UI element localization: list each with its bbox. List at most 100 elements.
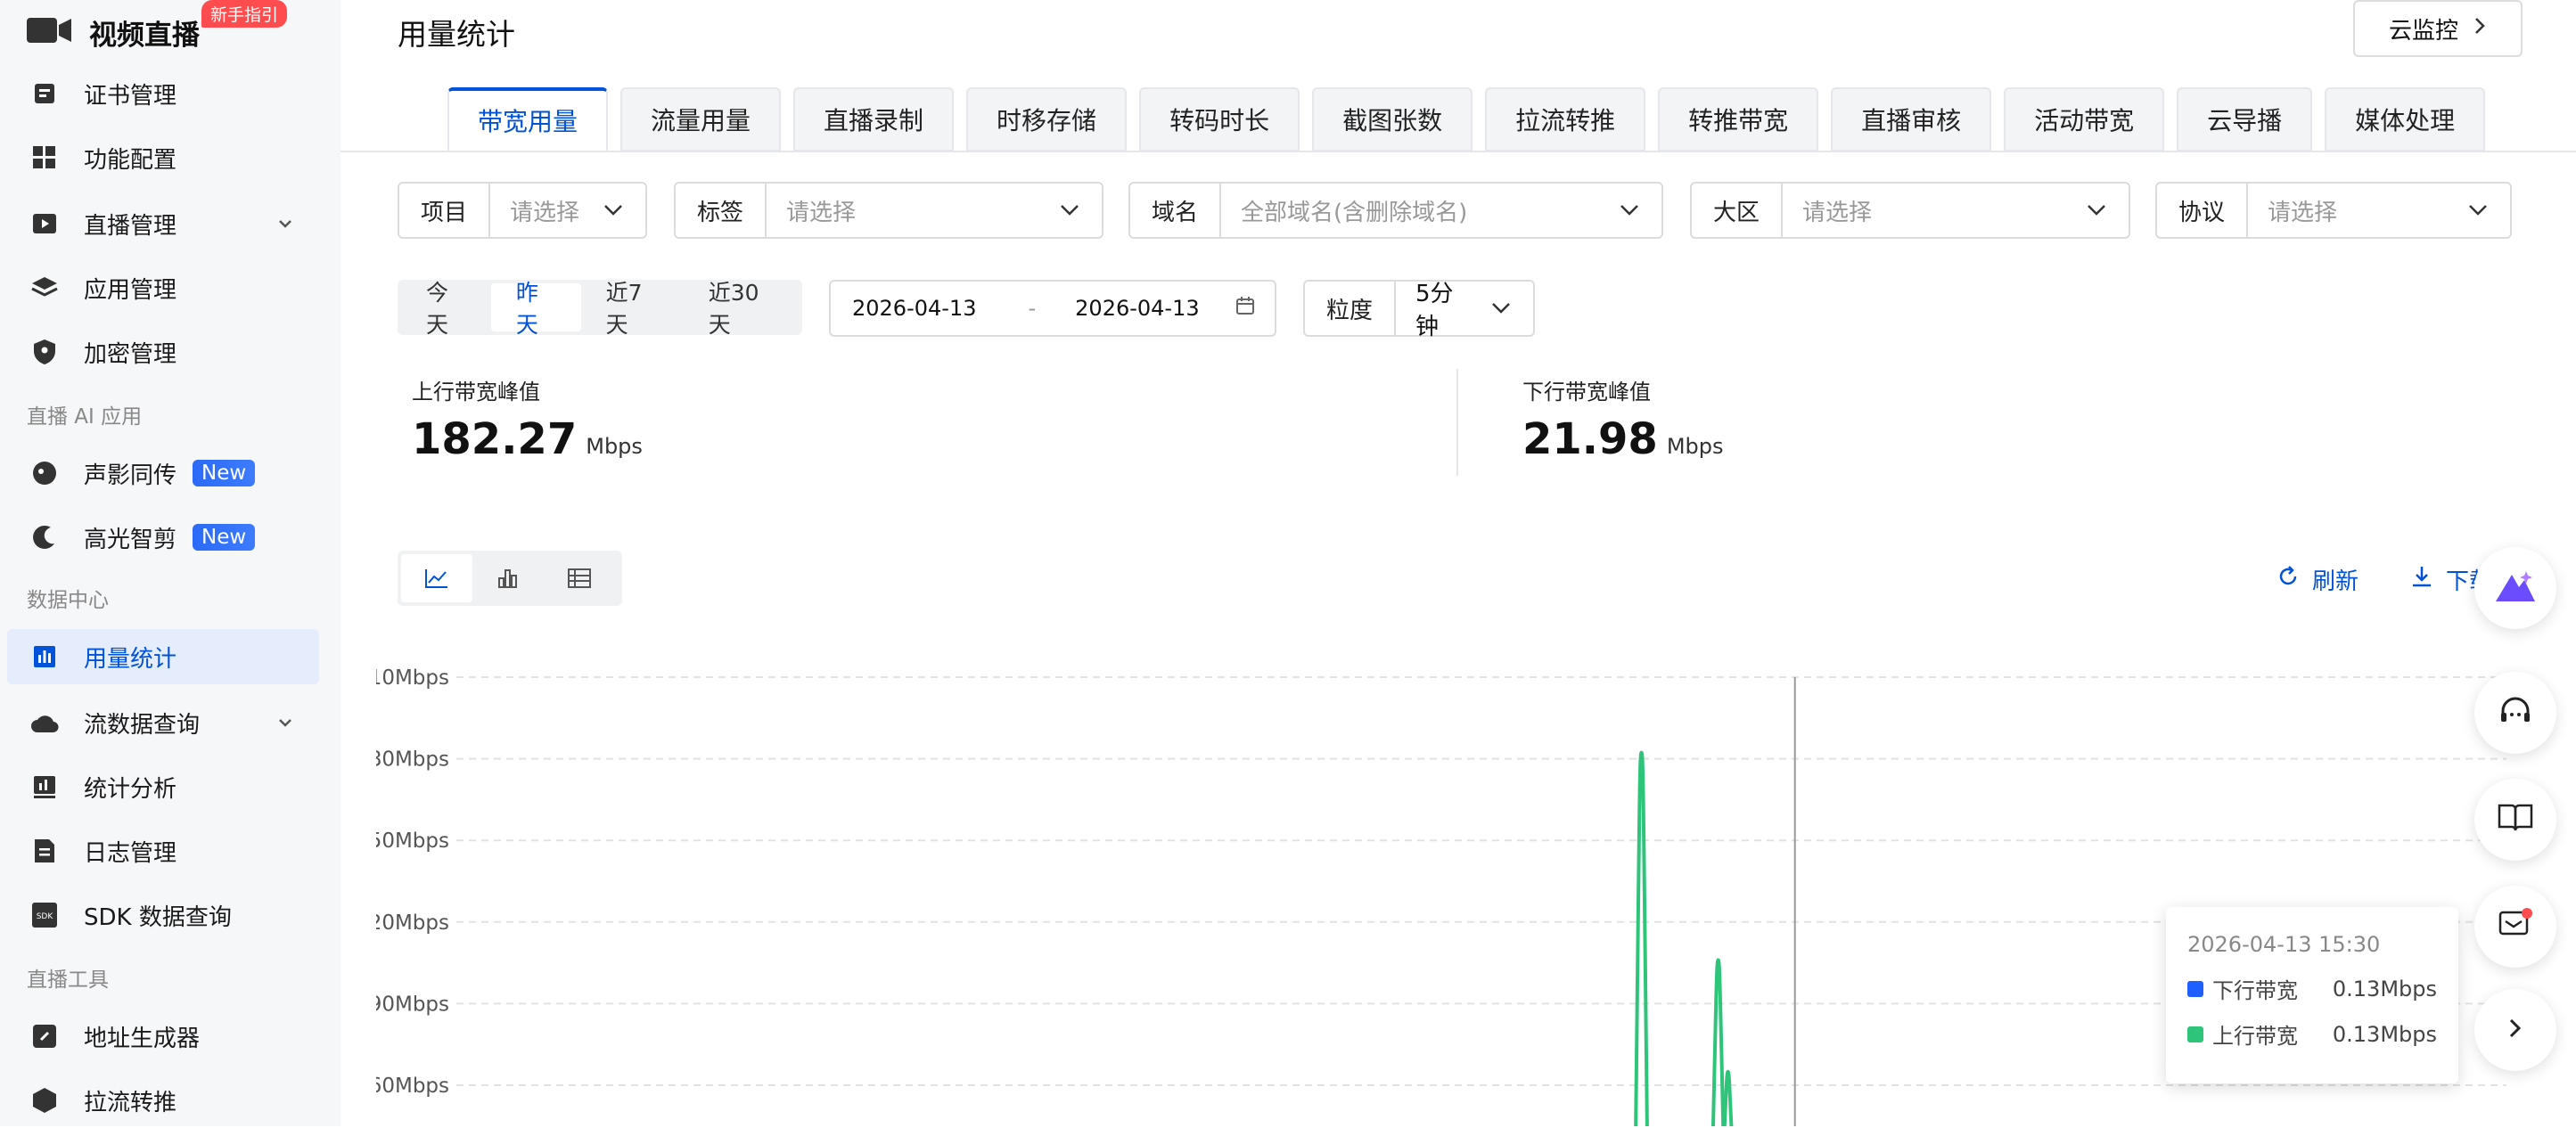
filter-label: 标签	[676, 184, 767, 237]
line-chart-view-button[interactable]	[401, 554, 472, 602]
cloud-monitor-label: 云监控	[2388, 17, 2458, 45]
page-title: 用量统计	[398, 17, 515, 52]
cloud-icon	[30, 708, 59, 737]
tooltip-series-name: 上行带宽	[2212, 1024, 2298, 1049]
preset-yesterday[interactable]: 昨天	[490, 280, 581, 338]
sidebar-item-sdk-query[interactable]: SDK SDK 数据查询	[7, 887, 319, 943]
sidebar-item-dubbing[interactable]: 声影同传 New	[7, 445, 319, 501]
sidebar-item-url-generator[interactable]: 地址生成器	[7, 1009, 319, 1064]
cube-icon	[30, 1086, 59, 1115]
group-label-data: 数据中心	[27, 589, 109, 612]
chevron-down-icon	[2467, 197, 2489, 224]
live-icon	[30, 209, 59, 238]
refresh-button[interactable]: 刷新	[2277, 563, 2359, 596]
tooltip-series-name: 下行带宽	[2212, 978, 2298, 1003]
filter-placeholder: 请选择	[786, 199, 857, 226]
stat-unit: Mbps	[586, 434, 643, 459]
tooltip-time: 2026-04-13 15:30	[2187, 932, 2381, 957]
docs-button[interactable]	[2474, 779, 2556, 861]
granularity-select[interactable]: 粒度 5分钟	[1303, 280, 1535, 340]
sidebar-item-features[interactable]: 功能配置	[7, 130, 319, 185]
y-tick-label: 90Mbps	[376, 993, 449, 1016]
sidebar-item-highlight-clip[interactable]: 高光智剪 New	[7, 510, 319, 565]
brand-title: 视频直播	[89, 19, 200, 52]
sidebar-item-stream-query[interactable]: 流数据查询	[7, 695, 319, 750]
y-tick-label: 60Mbps	[376, 1075, 449, 1098]
bar-chart-view-button[interactable]	[472, 554, 544, 602]
tooltip-series-value: 0.13Mbps	[2332, 976, 2437, 1001]
sidebar-item-label: 加密管理	[84, 340, 177, 368]
preset-7-days[interactable]: 近7天	[581, 280, 684, 338]
ai-assistant-icon	[2492, 566, 2539, 610]
region-filter[interactable]: 大区 请选择	[1690, 182, 2130, 239]
legend-swatch-up	[2187, 1026, 2203, 1042]
sidebar-item-analytics[interactable]: 统计分析	[7, 759, 319, 814]
filter-label: 项目	[399, 184, 491, 237]
downstream-peak-stat: 下行带宽峰值 21.98 Mbps	[1522, 374, 1724, 464]
sidebar-item-certificates[interactable]: 证书管理	[7, 66, 319, 121]
protocol-filter[interactable]: 协议 请选择	[2155, 182, 2512, 239]
tab-screenshots[interactable]: 截图张数	[1312, 87, 1473, 151]
filter-placeholder: 请选择	[510, 199, 580, 226]
tab-traffic[interactable]: 流量用量	[620, 87, 782, 151]
bar-chart-icon	[498, 569, 517, 588]
tab-media-processing[interactable]: 媒体处理	[2325, 87, 2486, 151]
sidebar-item-encryption[interactable]: 加密管理	[7, 324, 319, 380]
grid-icon	[30, 143, 59, 172]
feedback-button[interactable]	[2474, 886, 2556, 968]
end-date[interactable]: 2026-04-13	[1075, 296, 1199, 321]
cloud-monitor-button[interactable]: 云监控	[2353, 0, 2523, 57]
tab-bandwidth[interactable]: 带宽用量	[447, 87, 609, 151]
download-icon	[2410, 565, 2433, 594]
stat-unit: Mbps	[1666, 434, 1724, 459]
beginner-guide-badge[interactable]: 新手指引	[201, 0, 288, 28]
sidebar-item-apps[interactable]: 应用管理	[7, 260, 319, 315]
tab-timeshift[interactable]: 时移存储	[966, 87, 1128, 151]
date-range-picker[interactable]: 2026-04-13 - 2026-04-13	[829, 280, 1276, 337]
brand[interactable]: 视频直播 新手指引	[27, 0, 288, 57]
calendar-icon	[1235, 296, 1255, 321]
filter-label: 粒度	[1305, 282, 1397, 335]
message-icon	[2497, 907, 2534, 946]
expand-button[interactable]	[2474, 989, 2556, 1071]
sidebar-item-logs[interactable]: 日志管理	[7, 823, 319, 879]
preset-today[interactable]: 今天	[401, 280, 491, 338]
start-date[interactable]: 2026-04-13	[852, 296, 976, 321]
sidebar-item-live-management[interactable]: 直播管理	[7, 196, 319, 251]
tabs-divider	[340, 151, 2576, 152]
chevron-right-icon	[2473, 15, 2487, 42]
tab-event-bandwidth[interactable]: 活动带宽	[2004, 87, 2165, 151]
tab-pull-push[interactable]: 拉流转推	[1485, 87, 1646, 151]
support-button[interactable]	[2474, 672, 2556, 754]
chart-tooltip: 2026-04-13 15:30 下行带宽 0.13Mbps 上行带宽 0.13…	[2166, 907, 2458, 1083]
table-view-button[interactable]	[544, 554, 615, 602]
sidebar-item-label: 用量统计	[84, 645, 177, 673]
filter-placeholder: 请选择	[2268, 199, 2338, 226]
chevron-down-icon	[2086, 197, 2107, 224]
granularity-value: 5分钟	[1415, 281, 1454, 340]
tag-filter[interactable]: 标签 请选择	[674, 182, 1103, 239]
tab-recording[interactable]: 直播录制	[793, 87, 955, 151]
preset-30-days[interactable]: 近30天	[684, 280, 799, 338]
date-separator: -	[1028, 296, 1037, 321]
tab-transcode[interactable]: 转码时长	[1139, 87, 1300, 151]
analytics-icon	[30, 772, 59, 801]
tab-moderation[interactable]: 直播审核	[1831, 87, 1992, 151]
y-tick-label: 210Mbps	[376, 666, 449, 690]
y-tick-label: 180Mbps	[376, 748, 449, 772]
new-badge: New	[193, 460, 256, 486]
tab-relay-bandwidth[interactable]: 转推带宽	[1658, 87, 1819, 151]
tab-cloud-director[interactable]: 云导播	[2177, 87, 2313, 151]
project-filter[interactable]: 项目 请选择	[398, 182, 647, 239]
bar-chart-icon	[30, 642, 59, 671]
usage-tabs: 带宽用量 流量用量 直播录制 时移存储 转码时长 截图张数 拉流转推 转推带宽 …	[447, 87, 2486, 151]
chevron-down-icon	[603, 197, 624, 224]
domain-filter[interactable]: 域名 全部域名(含删除域名)	[1128, 182, 1663, 239]
chevron-right-icon	[2506, 1017, 2524, 1043]
sidebar-item-pull-push[interactable]: 拉流转推	[7, 1073, 319, 1128]
sidebar-item-usage-stats[interactable]: 用量统计	[7, 629, 319, 684]
sidebar-item-label: 应用管理	[84, 276, 177, 304]
ai-assistant-button[interactable]	[2474, 547, 2556, 629]
y-tick-label: 120Mbps	[376, 911, 449, 935]
sidebar-item-label: 高光智剪	[84, 526, 177, 553]
